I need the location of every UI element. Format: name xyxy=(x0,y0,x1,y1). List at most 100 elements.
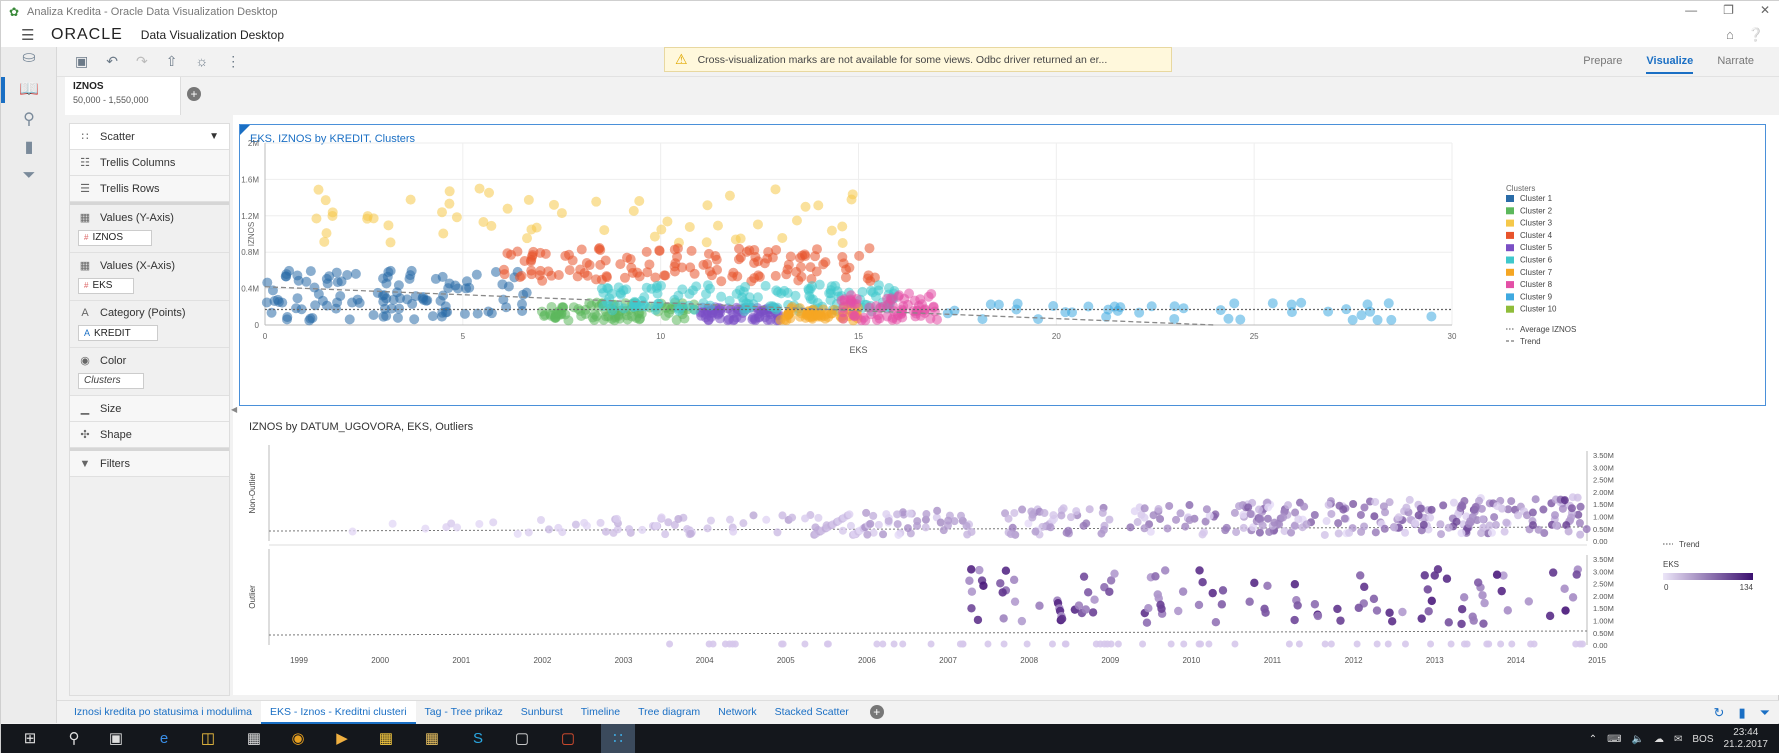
app-icon[interactable]: ▦ xyxy=(421,730,443,748)
redo-icon[interactable]: ↷ xyxy=(136,53,148,70)
data-point xyxy=(1239,523,1248,532)
insights-icon[interactable]: ☼ xyxy=(195,53,208,70)
data-point xyxy=(1323,306,1334,317)
tab-prepare[interactable]: Prepare xyxy=(1583,55,1622,74)
restore-icon[interactable]: ❐ xyxy=(1723,3,1734,17)
values-x-slot[interactable]: ▦ Values (X-Axis) # EKS xyxy=(70,253,229,301)
data-point xyxy=(1105,515,1114,524)
category-slot[interactable]: A Category (Points) A KREDIT xyxy=(70,301,229,348)
tab-canvas[interactable]: Tree diagram xyxy=(629,701,709,724)
outlier-scatter-chart[interactable]: Non-Outlier 3.50M 3.00M 2.50M 2.00M 1.50M 1.00… xyxy=(233,437,1779,685)
data-point xyxy=(771,244,782,255)
refresh-icon[interactable]: ↻ xyxy=(1714,705,1725,721)
data-point xyxy=(894,530,903,539)
data-point xyxy=(1321,640,1329,648)
shape-icon: ✣ xyxy=(80,429,90,441)
filter-count-icon[interactable]: ⏷ xyxy=(1760,705,1770,721)
data-point xyxy=(890,640,898,648)
file-explorer-icon[interactable]: ◫ xyxy=(197,730,219,748)
calculator-icon[interactable]: ▦ xyxy=(375,730,397,748)
size-slot[interactable]: ▁ Size xyxy=(70,396,229,422)
data-point xyxy=(811,523,820,532)
legend: Trend EKS 0 134 xyxy=(1663,540,1754,592)
data-source-icon[interactable]: ⛀ xyxy=(17,47,41,69)
tab-canvas[interactable]: EKS - Iznos - Kreditni clusteri xyxy=(261,700,416,724)
hamburger-menu-icon[interactable]: ☰ xyxy=(21,26,37,44)
cloud-icon[interactable]: ☁ xyxy=(1654,734,1664,745)
minimize-icon[interactable]: — xyxy=(1685,3,1697,17)
data-point xyxy=(1452,517,1461,526)
export-icon[interactable]: ⇧ xyxy=(166,53,178,70)
analytics-icon[interactable]: ⚲ xyxy=(17,109,41,131)
home-icon[interactable]: ⌂ xyxy=(1726,27,1734,43)
values-y-slot[interactable]: ▦ Values (Y-Axis) # IZNOS xyxy=(70,205,229,253)
data-point xyxy=(752,219,763,230)
number-icon: # xyxy=(84,233,89,242)
data-point xyxy=(1142,618,1152,627)
shape-slot[interactable]: ✣ Shape xyxy=(70,422,229,448)
data-point xyxy=(1197,640,1205,648)
data-point xyxy=(703,524,712,533)
add-canvas-button[interactable]: + xyxy=(869,705,884,719)
search-icon[interactable]: ⚲ xyxy=(63,730,85,748)
more-options-icon[interactable]: ⋮ xyxy=(226,53,240,70)
data-point xyxy=(1423,585,1432,594)
notification-icon[interactable]: ✉ xyxy=(1674,734,1682,745)
y-tick-label: 3.50M xyxy=(1593,555,1614,564)
trellis-columns[interactable]: ☷ Trellis Columns xyxy=(70,150,229,176)
chrome-icon[interactable]: ◉ xyxy=(287,730,309,748)
tab-canvas[interactable]: Sunburst xyxy=(512,701,572,724)
skype-icon[interactable]: S xyxy=(467,730,489,748)
data-point xyxy=(1169,313,1180,324)
tab-visualize[interactable]: Visualize xyxy=(1646,55,1694,74)
add-filter-button[interactable]: + xyxy=(187,87,201,101)
color-scale-bar xyxy=(1663,573,1753,580)
virtualbox-icon[interactable]: ▢ xyxy=(511,730,533,748)
data-elements-icon[interactable]: 📖 xyxy=(17,79,41,101)
chevron-up-icon[interactable]: ⌃ xyxy=(1589,734,1597,745)
data-point xyxy=(814,513,823,522)
data-point xyxy=(309,282,320,293)
filters-slot[interactable]: ▼ Filters xyxy=(70,451,229,477)
cluster-scatter-chart[interactable]: 0 5 10 15 20 25 30 0 0.4M 0.8M 1.2M 1.6M 2M EKS IZNOS C… xyxy=(240,125,1765,405)
oracle-dv-taskbar-icon[interactable]: ∷ xyxy=(601,724,635,753)
tab-canvas[interactable]: Stacked Scatter xyxy=(766,701,858,724)
color-slot[interactable]: ◉ Color Clusters xyxy=(70,348,229,396)
tab-narrate[interactable]: Narrate xyxy=(1717,55,1754,74)
help-icon[interactable]: ❔ xyxy=(1748,27,1764,43)
close-icon[interactable]: ✕ xyxy=(1760,3,1770,17)
tab-canvas[interactable]: Timeline xyxy=(572,701,629,724)
cluster-scatter-viz[interactable]: EKS, IZNOS by KREDIT, Clusters 0 5 10 15 20 2… xyxy=(239,124,1766,406)
tab-canvas[interactable]: Network xyxy=(709,701,766,724)
data-point xyxy=(385,265,396,276)
keyboard-icon[interactable]: ⌨ xyxy=(1607,734,1621,745)
data-point xyxy=(1360,503,1369,512)
clusters-pill[interactable]: Clusters xyxy=(78,373,144,389)
filter-icon[interactable]: ⏷ xyxy=(17,165,41,187)
edge-browser-icon[interactable]: e xyxy=(153,730,175,748)
collapse-panel-icon[interactable]: ◀ xyxy=(231,405,237,414)
data-point xyxy=(1083,301,1094,312)
clock[interactable]: 23:44 21.2.2017 xyxy=(1724,727,1769,751)
trellis-rows[interactable]: ☰ Trellis Rows xyxy=(70,176,229,202)
eks-pill[interactable]: # EKS xyxy=(78,278,134,294)
pin-icon[interactable]: ▣ xyxy=(75,53,88,70)
store-icon[interactable]: ▦ xyxy=(243,730,265,748)
iznos-pill[interactable]: # IZNOS xyxy=(78,230,152,246)
legend-swatch xyxy=(1506,305,1514,313)
windows-start-icon[interactable]: ⊞ xyxy=(19,730,41,748)
viz-type-dropdown[interactable]: ∷ Scatter ▼ xyxy=(70,124,229,150)
tab-canvas[interactable]: Iznosi kredita po statusima i modulima xyxy=(65,701,261,724)
media-player-icon[interactable]: ▶ xyxy=(331,730,353,748)
task-view-icon[interactable]: ▣ xyxy=(105,730,127,748)
app-icon[interactable]: ▢ xyxy=(557,730,579,748)
chart-properties-icon[interactable]: ▮ xyxy=(1738,705,1745,721)
language-indicator[interactable]: BOS xyxy=(1692,734,1713,745)
tab-canvas[interactable]: Tag - Tree prikaz xyxy=(416,701,512,724)
volume-icon[interactable]: 🔈 xyxy=(1632,734,1644,745)
data-point xyxy=(641,246,652,257)
undo-icon[interactable]: ↶ xyxy=(106,53,118,70)
visualizations-icon[interactable]: ▮ xyxy=(17,137,41,159)
kredit-pill[interactable]: A KREDIT xyxy=(78,325,158,341)
filter-chip-iznos[interactable]: IZNOS 50,000 - 1,550,000 xyxy=(65,77,181,115)
